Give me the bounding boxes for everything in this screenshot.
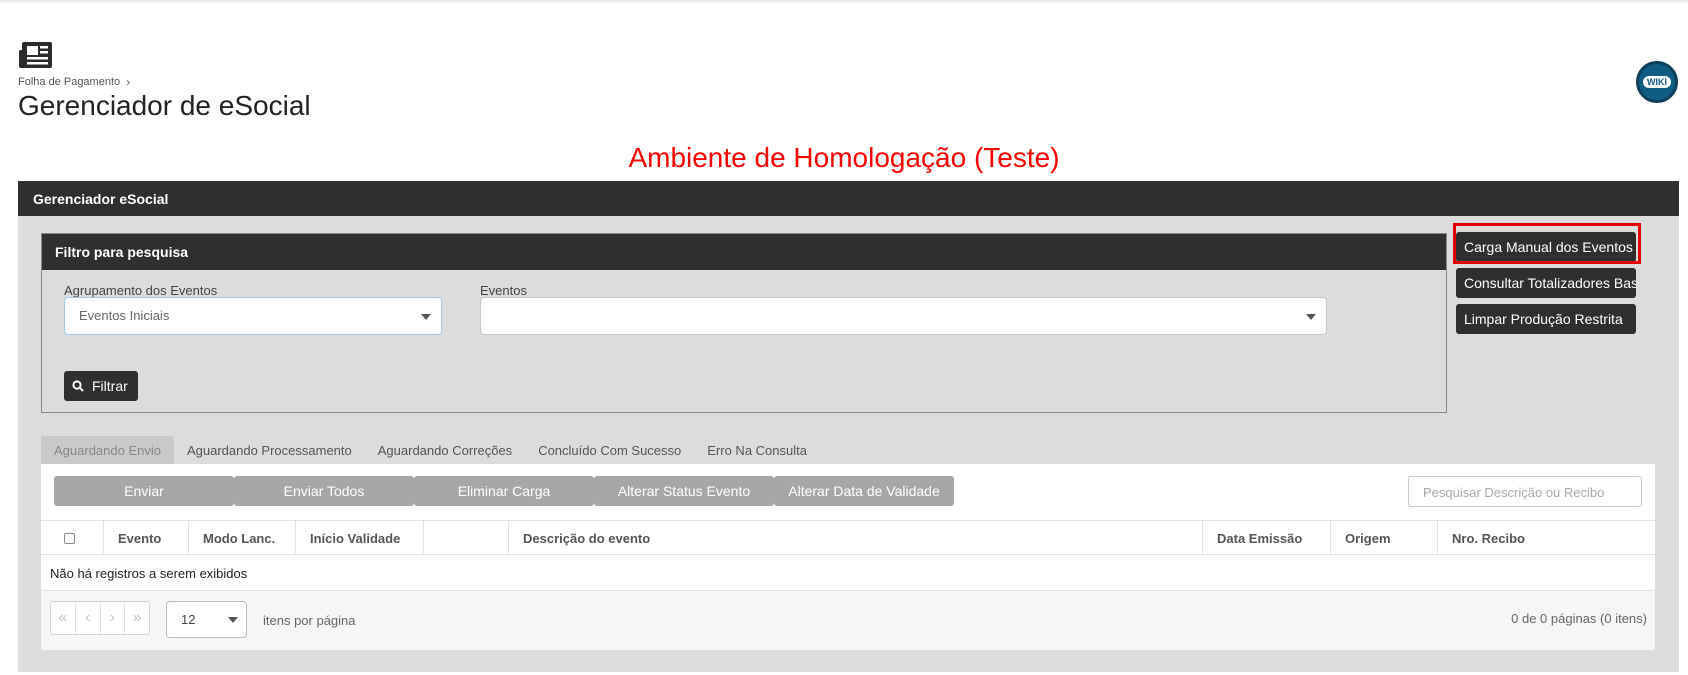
status-tabs: Aguardando Envio Aguardando Processament… [41, 436, 820, 464]
grid-toolbar: Enviar Enviar Todos Eliminar Carga Alter… [41, 464, 1655, 520]
prev-page-button[interactable]: ‹ [76, 602, 101, 634]
pager-nav: « ‹ › » [50, 601, 150, 635]
page-size-value: 12 [181, 612, 196, 627]
tab-aguardando-envio[interactable]: Aguardando Envio [41, 436, 174, 464]
table-header: Evento Modo Lanc. Início Validade Descri… [41, 520, 1655, 555]
chevron-down-icon [1306, 314, 1316, 320]
wiki-label: WIKI [1643, 76, 1671, 88]
last-page-button[interactable]: » [125, 602, 149, 634]
pager-info: 0 de 0 páginas (0 itens) [1511, 611, 1647, 626]
next-page-button[interactable]: › [101, 602, 126, 634]
delete-load-button[interactable]: Eliminar Carga [414, 476, 594, 506]
top-bar-shadow [0, 0, 1688, 4]
select-all-cell [41, 521, 104, 554]
search-input[interactable]: Pesquisar Descrição ou Recibo [1408, 476, 1642, 507]
grouping-select-value: Eventos Iniciais [79, 308, 170, 323]
column-blank [424, 521, 509, 554]
tab-concluido-com-sucesso[interactable]: Concluído Com Sucesso [525, 436, 694, 464]
filter-button[interactable]: Filtrar [64, 371, 138, 401]
grouping-select[interactable]: Eventos Iniciais [64, 297, 442, 335]
clear-restricted-production-button[interactable]: Limpar Produção Restrita [1456, 304, 1636, 334]
query-totalizers-button[interactable]: Consultar Totalizadores Base [1456, 268, 1636, 298]
manual-load-button[interactable]: Carga Manual dos Eventos [1456, 232, 1636, 262]
chevron-right-icon: › [126, 75, 131, 89]
send-button[interactable]: Enviar [54, 476, 234, 506]
chevron-down-icon [228, 617, 238, 623]
tab-aguardando-processamento[interactable]: Aguardando Processamento [174, 436, 365, 464]
chevron-down-icon [421, 314, 431, 320]
wiki-button[interactable]: WIKI [1636, 61, 1678, 103]
panel-title: Gerenciador eSocial [18, 181, 1679, 216]
column-modo-lanc[interactable]: Modo Lanc. [189, 521, 296, 554]
send-all-button[interactable]: Enviar Todos [234, 476, 414, 506]
page-title: Gerenciador de eSocial [18, 90, 311, 121]
column-origem[interactable]: Origem [1331, 521, 1438, 554]
filter-section: Filtro para pesquisa Agrupamento dos Eve… [41, 233, 1447, 413]
column-descricao[interactable]: Descrição do evento [509, 521, 1203, 554]
events-label: Eventos [480, 283, 527, 298]
page-size-label: itens por página [263, 613, 356, 628]
tab-erro-na-consulta[interactable]: Erro Na Consulta [694, 436, 820, 464]
select-all-checkbox[interactable] [64, 533, 75, 544]
column-nro-recibo[interactable]: Nro. Recibo [1438, 521, 1652, 554]
breadcrumb: Folha de Pagamento › [18, 75, 130, 89]
search-icon [72, 380, 84, 392]
page-size-select[interactable]: 12 [166, 601, 247, 638]
column-inicio-validade[interactable]: Início Validade [296, 521, 424, 554]
events-grid: Enviar Enviar Todos Eliminar Carga Alter… [41, 464, 1655, 650]
tab-aguardando-correcoes[interactable]: Aguardando Correções [365, 436, 525, 464]
newspaper-icon [19, 42, 52, 68]
grouping-label: Agrupamento dos Eventos [64, 283, 218, 298]
column-evento[interactable]: Evento [104, 521, 189, 554]
filter-title: Filtro para pesquisa [42, 234, 1446, 270]
first-page-button[interactable]: « [51, 602, 76, 634]
events-select[interactable] [480, 297, 1327, 335]
column-data-emissao[interactable]: Data Emissão [1203, 521, 1331, 554]
empty-message: Não há registros a serem exibidos [41, 555, 1655, 591]
environment-banner: Ambiente de Homologação (Teste) [628, 142, 1060, 173]
change-validity-date-button[interactable]: Alterar Data de Validade [774, 476, 954, 506]
filter-button-label: Filtrar [92, 378, 128, 394]
esocial-manager-panel: Gerenciador eSocial Filtro para pesquisa… [18, 181, 1679, 672]
pager: « ‹ › » 12 itens por página 0 de 0 págin… [41, 591, 1655, 650]
breadcrumb-item-folha[interactable]: Folha de Pagamento [18, 76, 120, 88]
change-event-status-button[interactable]: Alterar Status Evento [594, 476, 774, 506]
